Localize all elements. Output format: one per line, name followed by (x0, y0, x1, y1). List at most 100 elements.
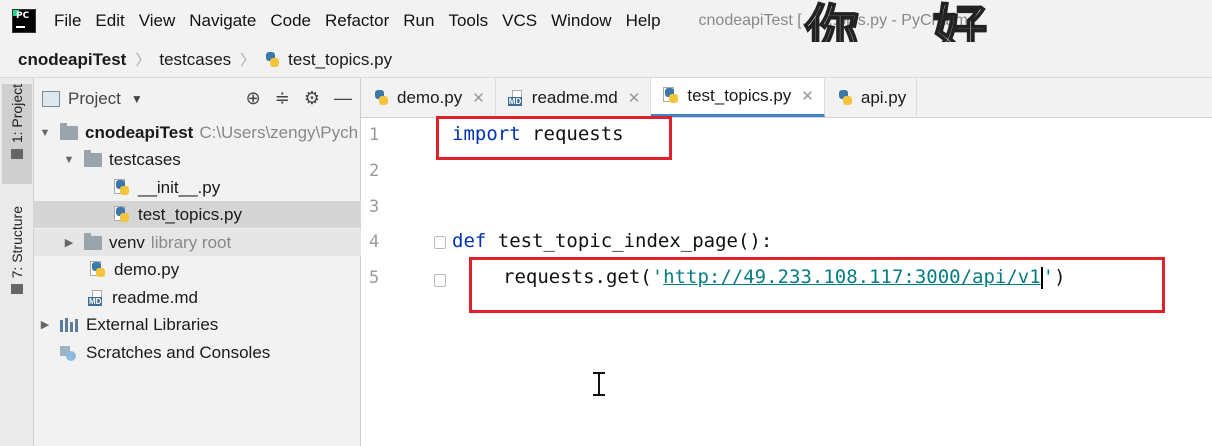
structure-tab-label: 7: Structure (9, 206, 25, 279)
line-number: 4 (369, 232, 380, 252)
menu-code[interactable]: Code (270, 11, 311, 31)
tree-item-init-py[interactable]: __init__.py (34, 174, 361, 201)
code-editor: demo.py ✕ MD readme.md ✕ test_topics.py … (361, 78, 1212, 446)
python-file-icon (114, 205, 130, 224)
markdown-file-icon: MD (507, 89, 526, 106)
folder-icon (84, 232, 102, 250)
left-tool-stripe: 1: Project 7: Structure (0, 78, 34, 446)
breadcrumb-separator-icon: 〉 (135, 52, 151, 69)
python-file-icon (373, 89, 389, 107)
tree-item-label: __init__.py (138, 177, 221, 197)
tree-item-annotation: library root (150, 232, 232, 252)
chevron-down-icon[interactable]: ▼ (131, 92, 143, 106)
tool-window-project-tab[interactable]: 1: Project (2, 84, 32, 184)
folder-icon (60, 122, 78, 140)
menu-file[interactable]: File (54, 11, 81, 31)
menu-window[interactable]: Window (551, 11, 611, 31)
tree-item-label: demo.py (114, 259, 180, 279)
editor-tab-label: demo.py (397, 87, 463, 107)
collapse-all-icon[interactable]: ≑ (275, 88, 290, 109)
chevron-down-icon[interactable]: ▼ (38, 127, 52, 139)
breadcrumb: cnodeapiTest 〉 testcases 〉 test_topics.p… (0, 42, 1212, 78)
python-file-icon (837, 89, 853, 107)
editor-tab-test-topics-py[interactable]: test_topics.py ✕ (651, 78, 825, 117)
project-tool-window: Project ▼ ⊕ ≑ ⚙ — ▼ cnodeapiTest C:\User… (34, 78, 361, 446)
tree-item-label: Scratches and Consoles (86, 342, 271, 362)
chevron-right-icon[interactable]: ▶ (62, 236, 76, 249)
breadcrumb-project[interactable]: cnodeapiTest (18, 50, 126, 70)
close-icon[interactable]: ✕ (801, 87, 814, 105)
tool-window-structure-tab[interactable]: 7: Structure (2, 206, 32, 316)
editor-tab-bar: demo.py ✕ MD readme.md ✕ test_topics.py … (361, 78, 1212, 118)
tree-item-test-topics-py[interactable]: test_topics.py (34, 201, 361, 228)
menu-vcs[interactable]: VCS (502, 11, 537, 31)
line-number-gutter: 1 2 3 4 5 (361, 118, 433, 446)
mouse-ibeam-cursor-icon (593, 372, 605, 396)
menu-tools[interactable]: Tools (448, 11, 488, 31)
menu-bar: PC File Edit View Navigate Code Refactor… (0, 0, 1212, 42)
line-number: 3 (369, 197, 380, 217)
fold-marker-icon[interactable] (434, 236, 446, 249)
chevron-down-icon[interactable]: ▼ (62, 154, 76, 166)
editor-tab-label: api.py (860, 87, 907, 107)
tree-item-label: readme.md (112, 287, 198, 307)
python-file-icon (663, 87, 679, 105)
tree-item-label: cnodeapiTest (85, 122, 194, 142)
breadcrumb-file[interactable]: test_topics.py (288, 50, 392, 70)
tree-item-label: venv (109, 232, 145, 252)
hide-panel-icon[interactable]: — (334, 88, 352, 109)
highlight-box-import (436, 116, 672, 160)
locate-file-icon[interactable]: ⊕ (246, 88, 261, 109)
tree-item-project-root[interactable]: ▼ cnodeapiTest C:\Users\zengy\Pych (34, 119, 361, 146)
tree-item-demo-py[interactable]: demo.py (34, 256, 361, 283)
libraries-icon (60, 317, 78, 332)
pycharm-logo-icon: PC (12, 9, 36, 33)
python-file-icon (264, 51, 280, 69)
tree-item-label: External Libraries (86, 314, 219, 334)
tree-item-external-libraries[interactable]: ▶ External Libraries (34, 311, 361, 338)
gear-icon[interactable]: ⚙ (304, 88, 320, 109)
line-number: 1 (369, 125, 380, 145)
editor-tab-label: readme.md (531, 87, 618, 107)
tree-item-scratches[interactable]: Scratches and Consoles (34, 339, 361, 366)
folder-icon (84, 149, 102, 167)
menu-help[interactable]: Help (626, 11, 661, 31)
menu-refactor[interactable]: Refactor (325, 11, 389, 31)
editor-tab-demo-py[interactable]: demo.py ✕ (361, 78, 496, 117)
editor-tab-readme-md[interactable]: MD readme.md ✕ (496, 78, 652, 117)
tree-item-venv[interactable]: ▶ venv library root (34, 229, 361, 256)
fold-marker-icon[interactable] (434, 274, 446, 287)
python-file-icon (114, 178, 130, 197)
folder-icon (11, 149, 23, 160)
python-file-icon (90, 260, 106, 279)
tree-item-testcases[interactable]: ▼ testcases (34, 146, 361, 173)
function-signature: test_topic_index_page(): (486, 230, 773, 252)
line-number: 5 (369, 268, 380, 288)
tree-item-label: testcases (109, 149, 181, 169)
menu-run[interactable]: Run (403, 11, 434, 31)
scratches-icon (60, 345, 78, 361)
highlight-box-request (469, 257, 1165, 313)
close-icon[interactable]: ✕ (628, 89, 641, 107)
project-tab-label: 1: Project (9, 84, 25, 144)
menu-view[interactable]: View (139, 11, 176, 31)
breadcrumb-separator-icon: 〉 (240, 52, 256, 69)
project-panel-toolbar: ⊕ ≑ ⚙ — (246, 88, 352, 109)
breadcrumb-folder[interactable]: testcases (159, 50, 231, 70)
line-number: 2 (369, 161, 380, 181)
keyword-def: def (452, 230, 487, 252)
editor-tab-label: test_topics.py (687, 86, 792, 105)
menu-navigate[interactable]: Navigate (189, 11, 256, 31)
project-view-selector[interactable]: Project (68, 89, 121, 109)
project-view-icon (42, 91, 60, 107)
menu-edit[interactable]: Edit (95, 11, 124, 31)
tree-item-label: test_topics.py (138, 204, 242, 224)
close-icon[interactable]: ✕ (472, 89, 485, 107)
code-line-4[interactable]: def test_topic_index_page(): (452, 230, 772, 252)
editor-tab-api-py[interactable]: api.py (825, 78, 918, 117)
markdown-file-icon: MD (88, 289, 106, 306)
chevron-right-icon[interactable]: ▶ (38, 318, 52, 331)
tree-item-readme-md[interactable]: MD readme.md (34, 284, 361, 311)
tree-item-path: C:\Users\zengy\Pych (199, 122, 359, 142)
structure-icon (11, 284, 23, 295)
